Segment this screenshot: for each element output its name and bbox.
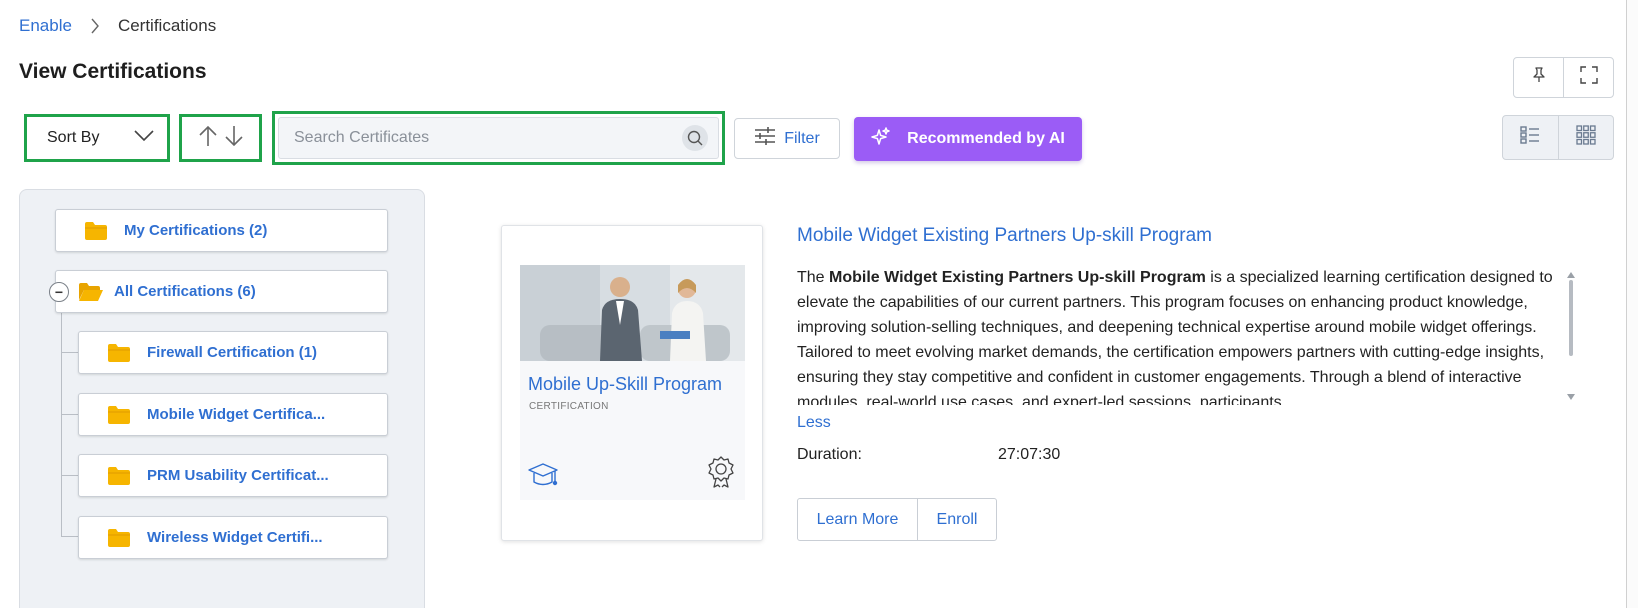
page-title: View Certifications — [19, 60, 207, 83]
folder-label: Wireless Widget Certifi... — [147, 529, 323, 546]
tree-connector — [61, 352, 79, 353]
folder-child[interactable]: Mobile Widget Certifica... — [78, 393, 388, 436]
folder-child[interactable]: Wireless Widget Certifi... — [78, 516, 388, 559]
certification-actions: Learn More Enroll — [797, 498, 997, 541]
grid-view-button[interactable] — [1557, 116, 1614, 159]
folder-child[interactable]: PRM Usability Certificat... — [78, 454, 388, 497]
sort-by-dropdown[interactable]: Sort By — [24, 114, 170, 162]
breadcrumb: Enable Certifications — [19, 16, 216, 36]
folder-icon — [84, 221, 108, 241]
description-text: The Mobile Widget Existing Partners Up-s… — [797, 265, 1562, 405]
folder-label: Mobile Widget Certifica... — [147, 406, 326, 423]
scroll-thumb[interactable] — [1569, 280, 1573, 356]
learn-more-button[interactable]: Learn More — [798, 499, 917, 540]
recommended-by-ai-button[interactable]: Recommended by AI — [854, 117, 1082, 161]
arrow-up-icon[interactable] — [197, 124, 219, 153]
enroll-button[interactable]: Enroll — [917, 499, 996, 540]
certification-card-title[interactable]: Mobile Up-Skill Program — [528, 374, 722, 395]
search-container — [272, 111, 725, 165]
pin-icon — [1530, 66, 1548, 89]
sliders-icon — [754, 126, 776, 151]
arrow-down-icon[interactable] — [223, 124, 245, 153]
folder-icon — [107, 466, 131, 486]
grid-view-icon — [1576, 125, 1596, 150]
window-edge — [1626, 0, 1638, 608]
tree-connector — [61, 414, 79, 415]
certification-card[interactable]: Mobile Up-Skill Program CERTIFICATION — [501, 225, 763, 541]
description-bold-name: Mobile Widget Existing Partners Up-skill… — [829, 269, 1206, 286]
breadcrumb-current: Certifications — [117, 16, 217, 35]
fullscreen-icon — [1579, 66, 1598, 89]
certification-card-type: CERTIFICATION — [529, 401, 609, 412]
sort-by-label: Sort By — [47, 129, 100, 146]
folder-all-certifications[interactable]: All Certifications (6) — [55, 270, 388, 313]
tree-connector — [61, 475, 79, 476]
folder-label: All Certifications (6) — [114, 283, 256, 300]
graduation-cap-icon — [528, 461, 558, 494]
breadcrumb-enable-link[interactable]: Enable — [19, 16, 72, 36]
chevron-right-icon — [90, 18, 100, 34]
duration-label: Duration: — [797, 446, 862, 463]
description-scrollbar[interactable] — [1566, 266, 1576, 406]
folder-open-icon — [78, 282, 104, 302]
search-field-wrapper — [278, 117, 719, 159]
less-link[interactable]: Less — [797, 414, 831, 432]
folder-icon — [107, 405, 131, 425]
certification-description: The Mobile Widget Existing Partners Up-s… — [797, 265, 1562, 405]
fullscreen-button[interactable] — [1563, 58, 1613, 97]
folder-label: My Certifications (2) — [124, 222, 268, 239]
folder-my-certifications[interactable]: My Certifications (2) — [55, 209, 388, 252]
certification-image — [520, 265, 745, 361]
certification-detail-title[interactable]: Mobile Widget Existing Partners Up-skill… — [797, 225, 1212, 247]
folder-label: PRM Usability Certificat... — [147, 467, 329, 484]
description-prefix: The — [797, 269, 830, 286]
list-view-icon — [1520, 126, 1540, 149]
view-toggle — [1502, 115, 1614, 160]
award-badge-icon — [708, 456, 734, 493]
folder-icon — [107, 528, 131, 548]
search-input[interactable] — [294, 129, 682, 147]
filter-label: Filter — [784, 129, 820, 147]
tree-connector — [61, 536, 79, 537]
folder-icon — [107, 343, 131, 363]
filter-button[interactable]: Filter — [734, 118, 840, 159]
duration-value: 27:07:30 — [998, 446, 1061, 463]
folder-child[interactable]: Firewall Certification (1) — [78, 331, 388, 374]
search-icon[interactable] — [682, 125, 708, 151]
ai-label: Recommended by AI — [907, 130, 1065, 147]
description-body: is a specialized learning certification … — [797, 269, 1553, 405]
pin-button[interactable] — [1514, 58, 1563, 97]
folder-label: Firewall Certification (1) — [147, 344, 318, 361]
collapse-toggle[interactable]: − — [49, 282, 69, 302]
tree-connector — [61, 286, 62, 537]
scroll-down-icon[interactable] — [1566, 388, 1576, 406]
list-view-button[interactable] — [1503, 116, 1558, 159]
page-actions — [1513, 57, 1614, 98]
sparkle-icon — [871, 126, 891, 152]
sort-order-toggle[interactable] — [179, 114, 262, 162]
chevron-down-icon — [134, 129, 154, 147]
card-body: Mobile Up-Skill Program CERTIFICATION — [520, 265, 745, 500]
